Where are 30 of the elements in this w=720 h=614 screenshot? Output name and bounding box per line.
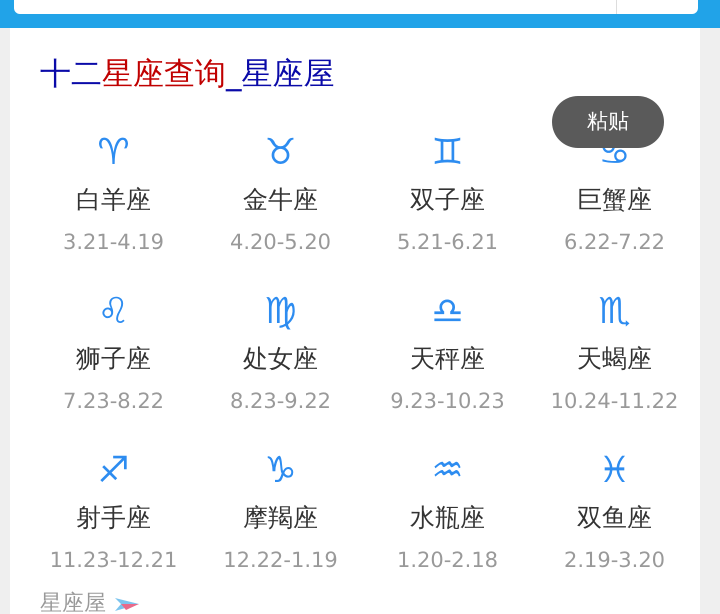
sign-name[interactable]: 处女座 (243, 342, 318, 376)
date-range: 12.22-1.19 (223, 547, 338, 574)
heading-text[interactable]: 十二 (40, 56, 102, 92)
date-range: 5.21-6.21 (396, 229, 498, 256)
sign-name[interactable]: 射手座 (76, 501, 151, 535)
date-range: 7.23-8.22 (62, 388, 164, 415)
site-name: 星座屋 (40, 590, 106, 614)
date-range: 4.20-5.20 (230, 229, 332, 256)
date-range: 6.22-7.22 (564, 229, 666, 256)
sign-name[interactable]: 摩羯座 (243, 501, 318, 535)
heading-text[interactable]: 星座查询 (102, 56, 226, 92)
sign-name[interactable]: 巨蟹座 (577, 183, 652, 217)
date-range: 8.23-9.22 (230, 388, 332, 415)
sign-name[interactable]: 狮子座 (76, 342, 151, 376)
date-range: 1.20-2.18 (396, 547, 498, 574)
heading-text[interactable]: _星座屋 (226, 56, 334, 92)
sign-name[interactable]: 双鱼座 (577, 501, 652, 535)
date-range: 9.23-10.23 (390, 388, 505, 415)
sign-name[interactable]: 金牛座 (243, 183, 318, 217)
date-range: 11.23-12.21 (50, 547, 178, 574)
date-range: 3.21-4.19 (62, 229, 164, 256)
sign-name[interactable]: 天秤座 (410, 342, 485, 376)
paper-plane-icon (114, 595, 140, 613)
sign-name[interactable]: 水瓶座 (410, 501, 485, 535)
paste-menu[interactable]: 粘贴 (552, 96, 664, 148)
date-range: 2.19-3.20 (564, 547, 666, 574)
sign-name[interactable]: 白羊座 (76, 183, 151, 217)
date-range: 10.24-11.22 (550, 388, 678, 415)
sign-name[interactable]: 双子座 (410, 183, 485, 217)
sign-name[interactable]: 天蝎座 (577, 342, 652, 376)
